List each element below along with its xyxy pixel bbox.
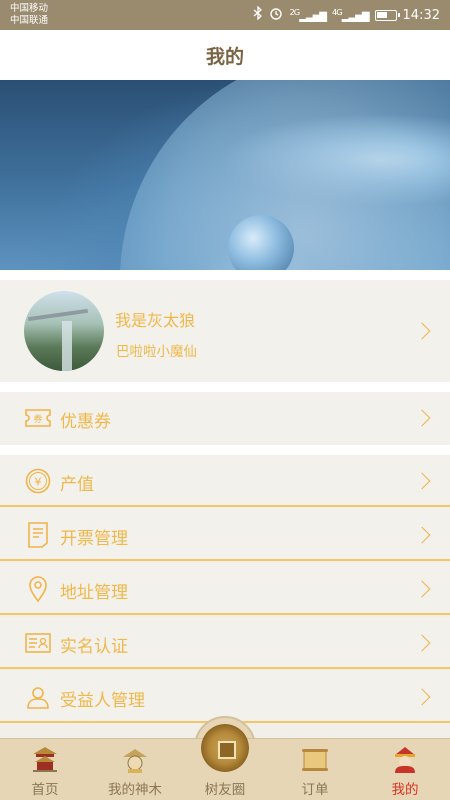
chevron-right-icon: [413, 580, 431, 598]
tab-orders[interactable]: 订单: [270, 739, 360, 800]
menu-item-coupon[interactable]: 券 优惠券: [0, 392, 450, 445]
battery-icon: [374, 9, 400, 21]
chevron-right-icon: [413, 688, 431, 706]
tab-label: 我的: [391, 782, 419, 798]
carrier-1: 中国移动: [10, 3, 49, 14]
status-bar: 中国移动 中国联通 2G▂▃▅▇ 4G▂▃▅▇ 14:32: [0, 0, 450, 30]
chevron-right-icon: [413, 472, 431, 490]
svg-text:券: 券: [33, 413, 42, 425]
menu-label: 受益人管理: [60, 691, 145, 711]
alarm-icon: [269, 6, 283, 24]
profile-card[interactable]: [0, 280, 450, 382]
location-pin-icon: [25, 576, 51, 602]
chevron-right-icon: [413, 634, 431, 652]
yen-coin-icon: ¥: [25, 468, 51, 494]
carrier-info: 中国移动 中国联通: [10, 3, 48, 27]
temple-icon: [30, 745, 60, 773]
menu-label: 开票管理: [60, 529, 128, 549]
id-card-icon: [25, 631, 51, 655]
divider: [0, 382, 450, 392]
title-bar: 我的: [0, 30, 450, 80]
menu-item-real-name[interactable]: 实名认证: [0, 617, 450, 669]
divider: [0, 270, 450, 280]
menu-item-invoice[interactable]: 开票管理: [0, 509, 450, 561]
menu-item-address[interactable]: 地址管理: [0, 563, 450, 615]
coin-icon[interactable]: [201, 724, 249, 772]
tab-label: 首页: [31, 782, 59, 798]
bluetooth-icon: [253, 5, 263, 24]
tab-label: 我的神木: [108, 782, 162, 798]
scroll-icon: [300, 745, 330, 773]
invoice-icon: [25, 522, 51, 548]
status-time: 14:32: [402, 7, 440, 23]
coupon-icon: 券: [25, 406, 51, 430]
avatar[interactable]: [24, 291, 104, 371]
page-title: 我的: [205, 45, 244, 68]
menu-label: 产值: [60, 475, 94, 495]
person-icon: [25, 685, 51, 709]
user-name: 我是灰太狼: [115, 311, 196, 330]
user-subtitle: 巴啦啦小魔仙: [116, 344, 197, 360]
emperor-hat-icon: [120, 745, 150, 773]
network-2-label: 4G: [332, 7, 343, 18]
status-icons: 2G▂▃▅▇ 4G▂▃▅▇ 14:32: [253, 5, 440, 24]
signal-icon: 4G▂▃▅▇: [332, 7, 370, 23]
emperor-avatar-icon: [390, 745, 420, 773]
menu-label: 地址管理: [60, 583, 128, 603]
network-1-label: 2G: [289, 7, 300, 18]
tab-my-trees[interactable]: 我的神木: [90, 739, 180, 800]
tab-label: 订单: [301, 782, 329, 798]
tab-home[interactable]: 首页: [0, 739, 90, 800]
signal-icon: 2G▂▃▅▇: [289, 7, 327, 23]
svg-text:¥: ¥: [35, 476, 42, 489]
carrier-2: 中国联通: [10, 15, 49, 26]
menu-label: 实名认证: [60, 637, 128, 657]
chevron-right-icon: [413, 322, 431, 340]
profile-banner-image: [0, 80, 450, 270]
menu-label: 优惠券: [60, 412, 111, 432]
chevron-right-icon: [413, 526, 431, 544]
chevron-right-icon: [413, 409, 431, 427]
divider: [0, 445, 450, 455]
menu-item-output-value[interactable]: ¥ 产值: [0, 455, 450, 507]
tab-label: 树友圈: [204, 782, 246, 798]
tab-mine[interactable]: 我的: [360, 739, 450, 800]
